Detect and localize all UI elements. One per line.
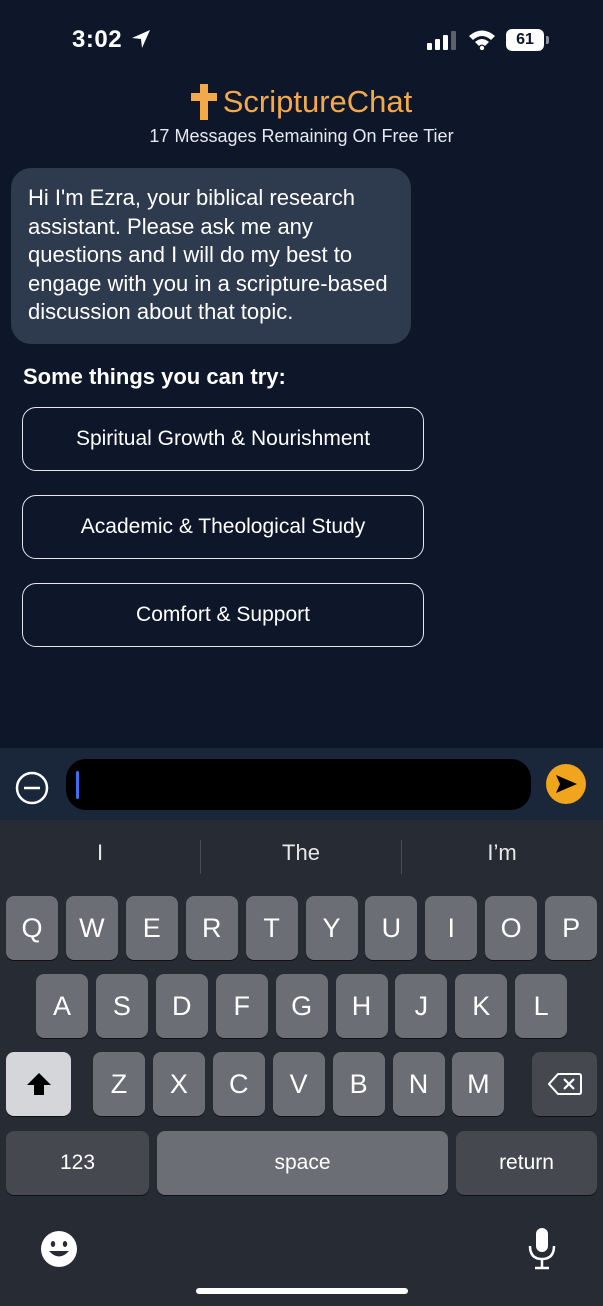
app-title: ScriptureChat (222, 84, 413, 119)
key-n[interactable]: N (392, 1052, 445, 1116)
prediction-2[interactable]: The (201, 840, 401, 866)
prediction-3[interactable]: I’m (402, 840, 602, 866)
backspace-icon (547, 1073, 582, 1095)
key-r[interactable]: R (185, 896, 238, 960)
key-d[interactable]: D (155, 974, 208, 1038)
cross-icon (190, 84, 217, 120)
app-title-row: ScriptureChat (0, 84, 603, 120)
prediction-1[interactable]: I (0, 840, 200, 866)
app-header: ScriptureChat 17 Messages Remaining On F… (0, 84, 603, 147)
status-time: 3:02 (72, 26, 123, 53)
key-c[interactable]: C (212, 1052, 265, 1116)
backspace-key[interactable] (532, 1052, 597, 1116)
minus-circle-icon[interactable] (15, 771, 49, 805)
battery-cap (546, 36, 549, 44)
microphone-icon[interactable] (526, 1226, 558, 1270)
message-input[interactable] (66, 759, 531, 810)
send-arrow-icon (556, 775, 577, 793)
location-arrow-icon (132, 30, 150, 48)
key-a[interactable]: A (36, 974, 88, 1038)
bot-message-bubble: Hi I'm Ezra, your biblical research assi… (11, 168, 411, 344)
numbers-key[interactable]: 123 (6, 1131, 149, 1195)
suggestions-heading: Some things you can try: (23, 364, 286, 389)
key-q[interactable]: Q (6, 896, 58, 960)
key-z[interactable]: Z (93, 1052, 145, 1116)
text-caret (76, 771, 79, 799)
key-b[interactable]: B (332, 1052, 385, 1116)
battery-indicator: 61 (506, 29, 544, 51)
cellular-signal-icon (427, 31, 456, 50)
space-key[interactable]: space (157, 1131, 448, 1195)
key-h[interactable]: H (335, 974, 388, 1038)
status-bar: 3:02 61 (0, 0, 603, 80)
key-o[interactable]: O (485, 896, 538, 960)
key-s[interactable]: S (95, 974, 148, 1038)
key-e[interactable]: E (125, 896, 178, 960)
key-l[interactable]: L (515, 974, 568, 1038)
suggestion-spiritual-growth-button[interactable]: Spiritual Growth & Nourishment (22, 407, 424, 471)
key-y[interactable]: Y (305, 896, 358, 960)
key-j[interactable]: J (395, 974, 448, 1038)
key-f[interactable]: F (215, 974, 268, 1038)
shift-arrow-icon (26, 1073, 51, 1095)
home-indicator (196, 1288, 408, 1294)
key-p[interactable]: P (545, 896, 598, 960)
key-v[interactable]: V (272, 1052, 325, 1116)
key-g[interactable]: G (275, 974, 328, 1038)
messages-remaining-text: 17 Messages Remaining On Free Tier (149, 126, 454, 146)
key-k[interactable]: K (455, 974, 508, 1038)
suggestion-academic-study-button[interactable]: Academic & Theological Study (22, 495, 424, 559)
shift-key[interactable] (6, 1052, 71, 1116)
key-w[interactable]: W (65, 896, 118, 960)
wifi-icon (469, 30, 495, 50)
suggestion-comfort-support-button[interactable]: Comfort & Support (22, 583, 424, 647)
key-t[interactable]: T (245, 896, 298, 960)
key-u[interactable]: U (365, 896, 418, 960)
key-m[interactable]: M (452, 1052, 505, 1116)
return-key[interactable]: return (456, 1131, 597, 1195)
emoji-icon[interactable] (40, 1230, 78, 1268)
key-x[interactable]: X (152, 1052, 205, 1116)
send-button[interactable] (546, 764, 586, 804)
key-i[interactable]: I (425, 896, 478, 960)
